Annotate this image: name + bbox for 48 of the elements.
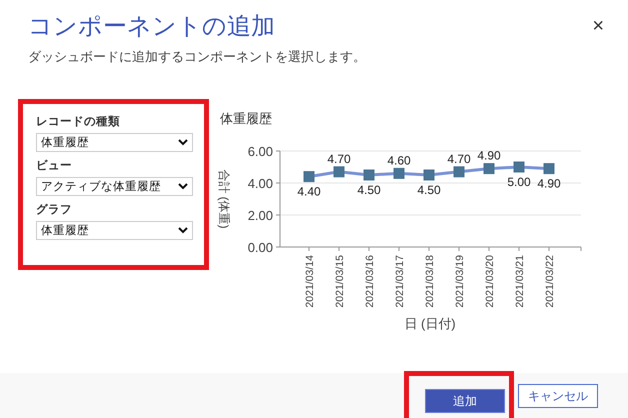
data-label: 5.00 bbox=[507, 175, 531, 189]
axis-title: 日 (日付) bbox=[404, 316, 456, 331]
axis-title: 合計 (体重) bbox=[217, 169, 231, 229]
dropdown-field[interactable]: 体重履歴 bbox=[36, 133, 193, 152]
data-point bbox=[364, 170, 374, 180]
chevron-icon bbox=[178, 183, 188, 190]
axis-tick-label: 2.00 bbox=[248, 208, 273, 223]
axis-tick-label: 2021/03/14 bbox=[304, 255, 316, 308]
dropdown-field[interactable]: 体重履歴 bbox=[36, 221, 193, 240]
data-point bbox=[394, 168, 404, 179]
chevron-icon bbox=[178, 139, 188, 146]
axis-tick-label: 2021/03/15 bbox=[334, 255, 346, 308]
axis-tick-label: 2021/03/19 bbox=[454, 255, 466, 308]
data-point bbox=[514, 162, 524, 172]
close-button[interactable]: × bbox=[592, 14, 604, 38]
data-point bbox=[304, 171, 314, 182]
axis-tick-label: 0.00 bbox=[248, 240, 273, 255]
data-point bbox=[484, 163, 494, 174]
add-button[interactable]: 追加 bbox=[425, 389, 505, 413]
axis-tick-label: 2021/03/18 bbox=[424, 255, 436, 308]
data-point bbox=[424, 170, 434, 180]
data-label: 4.70 bbox=[447, 152, 471, 166]
field-label: レコードの種類 bbox=[36, 114, 121, 129]
data-point bbox=[544, 163, 554, 174]
data-point bbox=[334, 166, 344, 178]
data-point bbox=[454, 166, 464, 178]
data-label: 4.40 bbox=[297, 184, 321, 199]
chevron-icon bbox=[178, 227, 188, 234]
data-label: 4.60 bbox=[387, 153, 411, 168]
data-label: 4.70 bbox=[327, 152, 351, 166]
field-label: グラフ bbox=[36, 202, 73, 217]
axis-tick-label: 4.00 bbox=[248, 176, 273, 191]
data-label: 4.90 bbox=[537, 176, 561, 191]
axis-tick-label: 2021/03/21 bbox=[514, 255, 526, 308]
axis-tick-label: 2021/03/17 bbox=[394, 255, 406, 308]
axis-tick-label: 2021/03/22 bbox=[544, 255, 556, 308]
chart-title: 体重履歴 bbox=[220, 111, 272, 126]
axis-tick-label: 2021/03/16 bbox=[364, 255, 376, 308]
axis-tick-label: 6.00 bbox=[248, 144, 273, 159]
data-label: 4.50 bbox=[417, 183, 441, 197]
dialog-title: コンポーネントの追加 bbox=[28, 11, 275, 42]
dropdown-field[interactable]: アクティブな体重履歴 bbox=[36, 177, 193, 196]
data-label: 4.90 bbox=[477, 148, 501, 163]
data-label: 4.50 bbox=[357, 183, 381, 197]
axis-tick-label: 2021/03/20 bbox=[484, 255, 496, 308]
field-label: ビュー bbox=[36, 158, 73, 173]
dialog-subtitle: ダッシュボードに追加するコンポーネントを選択します。 bbox=[28, 49, 367, 66]
cancel-button[interactable]: キャンセル bbox=[518, 384, 598, 408]
